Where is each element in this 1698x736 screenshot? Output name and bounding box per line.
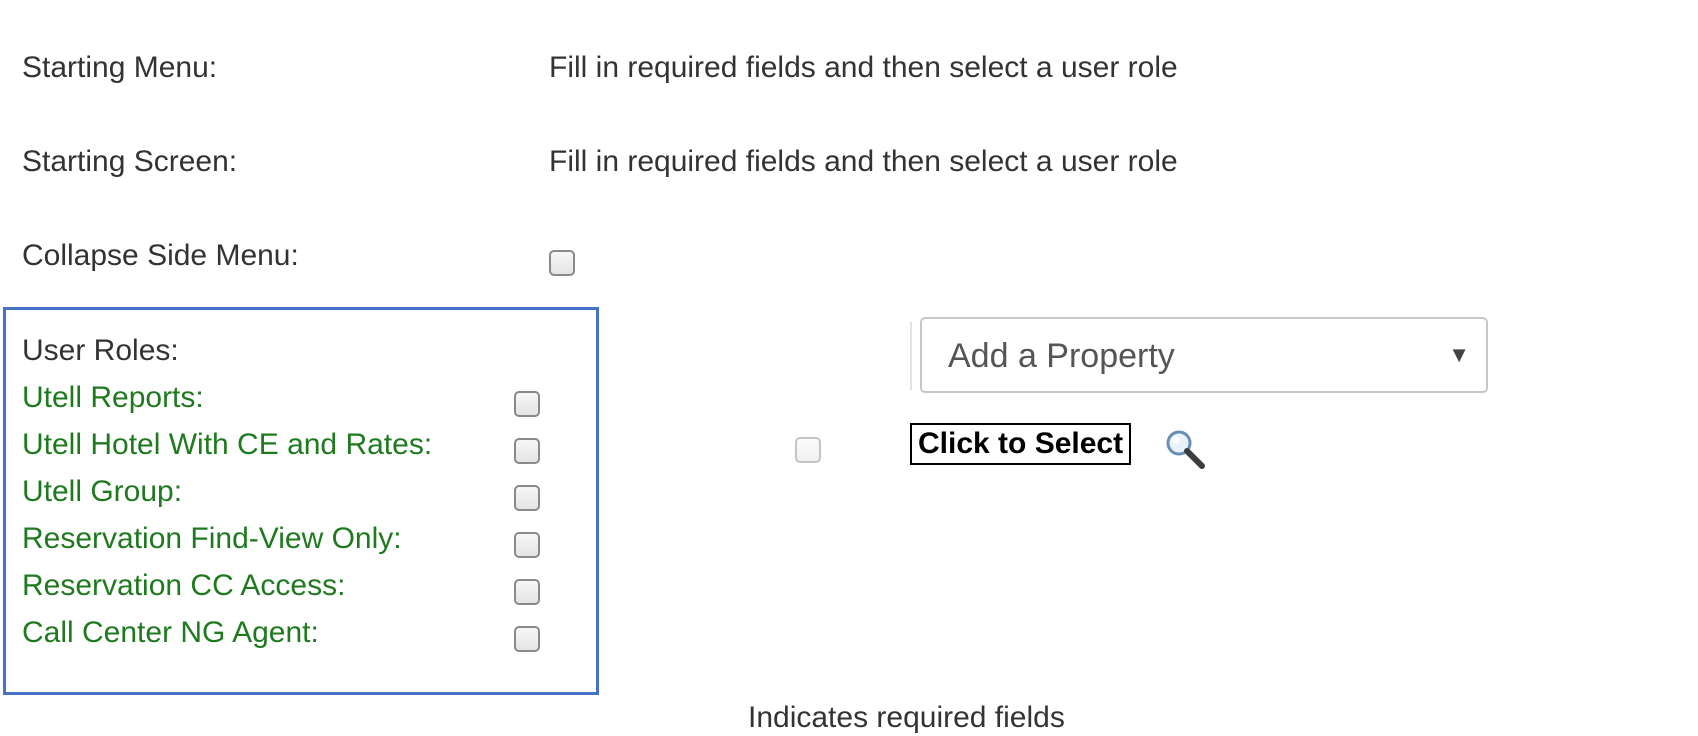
collapse-side-menu-label: Collapse Side Menu: <box>22 239 299 272</box>
user-roles-heading: User Roles: <box>22 334 179 367</box>
starting-screen-value: Fill in required fields and then select … <box>549 145 1178 178</box>
add-property-select[interactable]: Add a Property ▼ <box>920 317 1488 393</box>
starting-menu-label: Starting Menu: <box>22 51 218 84</box>
role-label-utell-reports: Utell Reports: <box>22 381 204 414</box>
required-fields-note: Indicates required fields <box>748 701 1065 734</box>
role-checkbox-utell-group[interactable] <box>514 485 540 511</box>
role-label-reservation-cc-access: Reservation CC Access: <box>22 569 346 602</box>
select-left-edge <box>910 322 912 390</box>
role-checkbox-reservation-find-view-only[interactable] <box>514 532 540 558</box>
role-label-utell-hotel-ce-rates: Utell Hotel With CE and Rates: <box>22 428 433 461</box>
click-to-select-button[interactable]: Click to Select <box>910 423 1132 465</box>
role-checkbox-call-center-ng-agent[interactable] <box>514 626 540 652</box>
collapse-side-menu-checkbox[interactable] <box>549 250 575 276</box>
role-checkbox-utell-hotel-ce-rates[interactable] <box>514 438 540 464</box>
role-label-utell-group: Utell Group: <box>22 475 183 508</box>
role-label-reservation-find-view-only: Reservation Find-View Only: <box>22 522 402 555</box>
starting-screen-label: Starting Screen: <box>22 145 238 178</box>
role-checkbox-reservation-cc-access[interactable] <box>514 579 540 605</box>
add-property-select-value: Add a Property <box>948 337 1175 375</box>
magnifier-icon[interactable] <box>1162 426 1208 472</box>
chevron-down-icon: ▼ <box>1448 342 1470 367</box>
role-checkbox-utell-reports[interactable] <box>514 391 540 417</box>
starting-menu-value: Fill in required fields and then select … <box>549 51 1178 84</box>
role-label-call-center-ng-agent: Call Center NG Agent: <box>22 616 319 649</box>
property-checkbox[interactable] <box>795 437 821 463</box>
